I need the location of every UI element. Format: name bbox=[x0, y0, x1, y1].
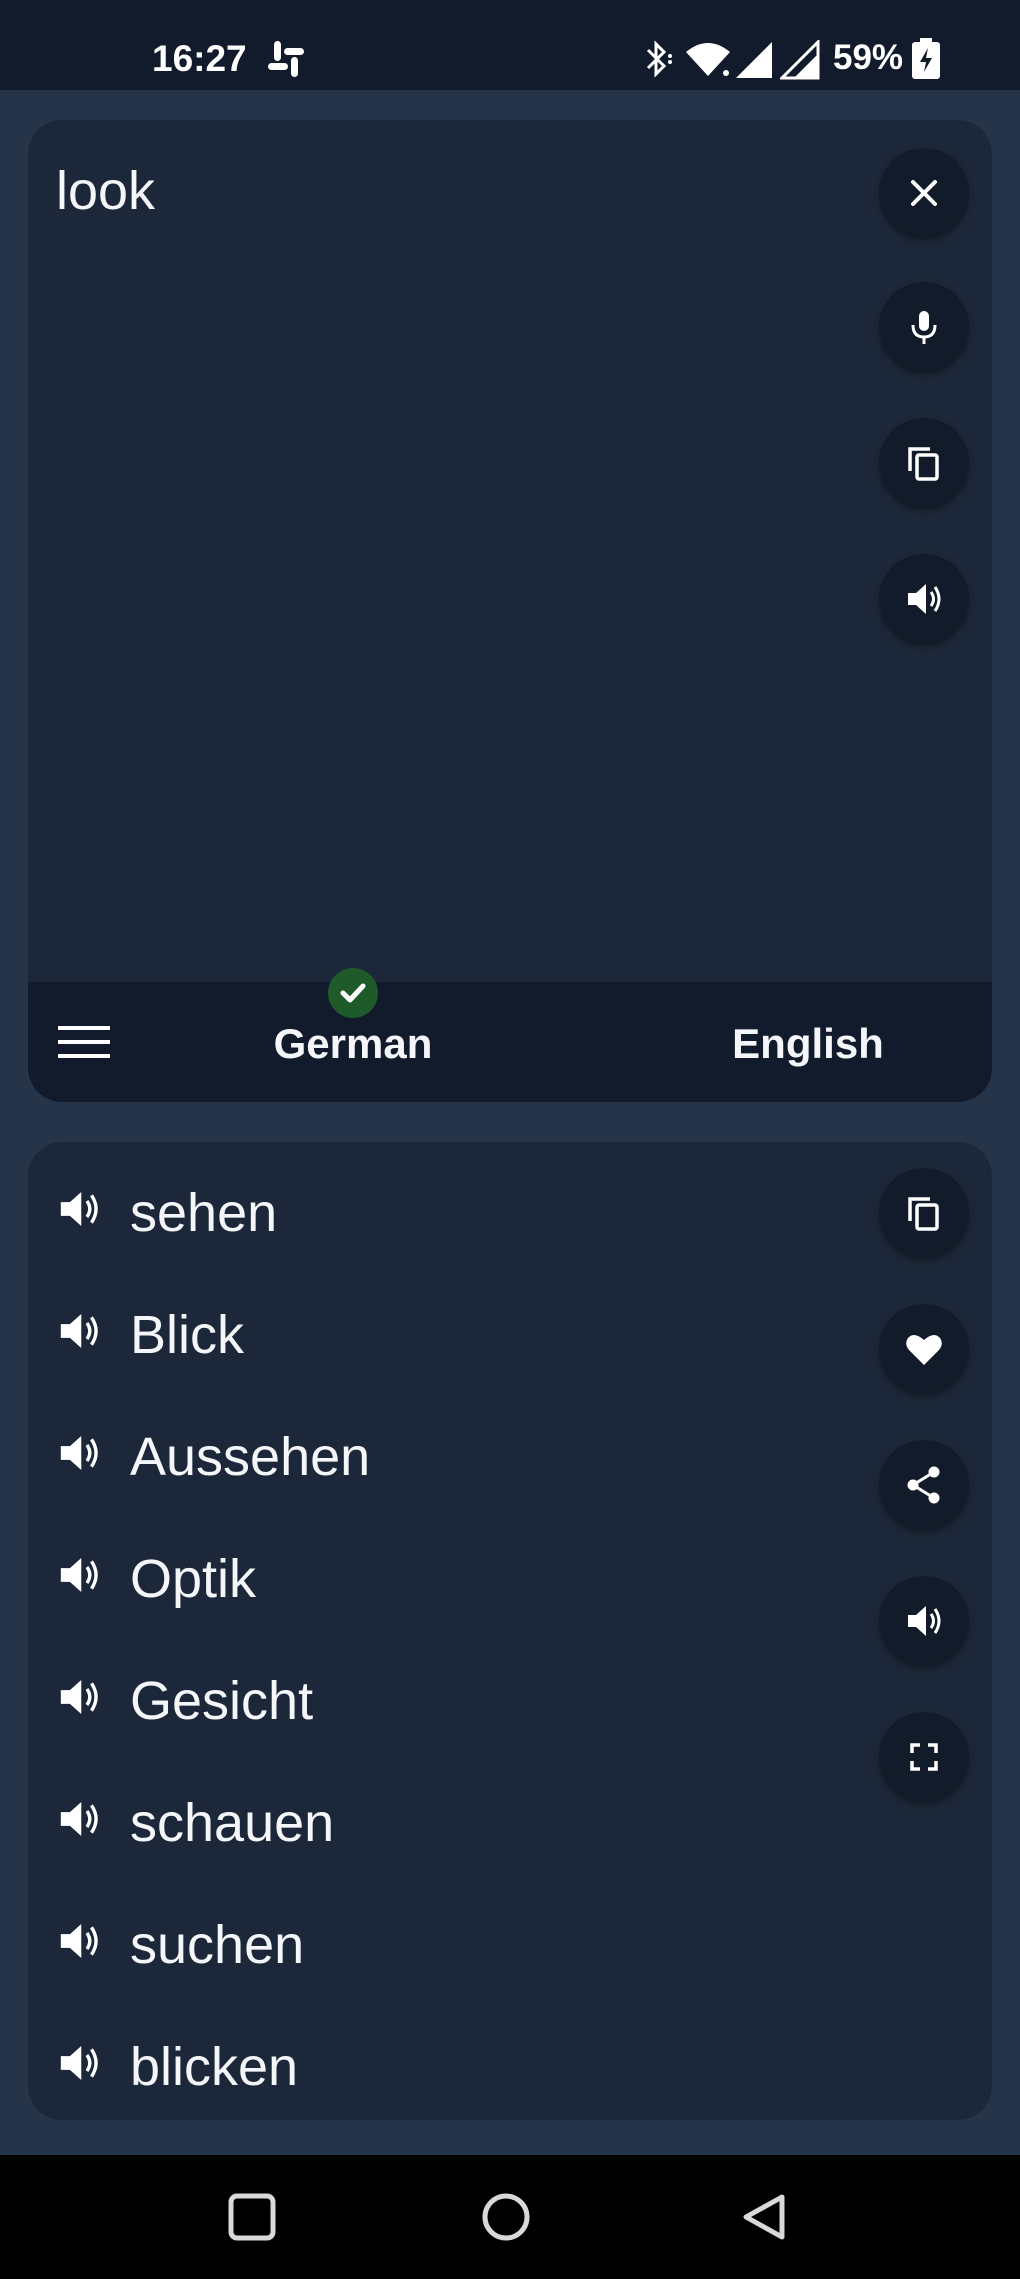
speaker-icon[interactable] bbox=[54, 1184, 104, 1234]
home-button[interactable] bbox=[476, 2187, 536, 2247]
clear-button[interactable] bbox=[879, 148, 969, 238]
speak-result-button[interactable] bbox=[879, 1576, 969, 1666]
battery-percent: 59% bbox=[833, 38, 904, 77]
speaker-icon bbox=[908, 1606, 941, 1636]
speaker-icon[interactable] bbox=[54, 1428, 104, 1478]
microphone-button[interactable] bbox=[879, 282, 969, 372]
result-text: Blick bbox=[130, 1305, 245, 1365]
speaker-icon[interactable] bbox=[54, 1672, 104, 1722]
copy-icon bbox=[908, 447, 939, 481]
source-language-button[interactable]: German bbox=[223, 1020, 483, 1068]
source-text-input[interactable] bbox=[56, 160, 836, 222]
result-text: blicken bbox=[130, 2037, 299, 2097]
language-detected-badge bbox=[328, 968, 378, 1018]
speaker-icon[interactable] bbox=[54, 1794, 104, 1844]
output-card: sehen Blick Aussehen Optik Gesicht schau… bbox=[28, 1142, 992, 2120]
speaker-icon[interactable] bbox=[54, 1916, 104, 1966]
copy-icon bbox=[908, 1197, 939, 1231]
translation-result-list: sehen Blick Aussehen Optik Gesicht schau… bbox=[28, 1160, 848, 2120]
result-text: Aussehen bbox=[130, 1427, 371, 1487]
speaker-icon bbox=[908, 584, 941, 614]
checkmark-icon bbox=[340, 983, 366, 1003]
signal-icon bbox=[780, 40, 820, 80]
back-triangle-icon bbox=[743, 2194, 785, 2240]
battery-charging-icon bbox=[912, 38, 940, 79]
back-button[interactable] bbox=[734, 2187, 794, 2247]
speaker-icon[interactable] bbox=[54, 2038, 104, 2088]
result-item[interactable]: Gesicht bbox=[28, 1648, 848, 1770]
speaker-icon[interactable] bbox=[54, 1550, 104, 1600]
result-text: Optik bbox=[130, 1549, 257, 1609]
share-icon bbox=[907, 1466, 940, 1504]
copy-result-button[interactable] bbox=[879, 1168, 969, 1258]
result-item[interactable]: sehen bbox=[28, 1160, 848, 1282]
menu-button[interactable] bbox=[54, 1000, 114, 1084]
result-text: suchen bbox=[130, 1915, 305, 1975]
wifi-icon bbox=[686, 43, 730, 76]
result-text: schauen bbox=[130, 1793, 335, 1853]
result-item[interactable]: Optik bbox=[28, 1526, 848, 1648]
result-item[interactable]: blicken bbox=[28, 2014, 848, 2120]
speaker-icon[interactable] bbox=[54, 1306, 104, 1356]
language-bar: German English bbox=[28, 968, 992, 1102]
fullscreen-icon bbox=[910, 1743, 938, 1771]
bluetooth-icon bbox=[646, 40, 672, 78]
recent-apps-button[interactable] bbox=[222, 2187, 282, 2247]
status-time: 16:27 bbox=[152, 38, 247, 79]
copy-input-button[interactable] bbox=[879, 418, 969, 508]
input-card: German English bbox=[28, 120, 992, 1102]
speak-input-button[interactable] bbox=[879, 554, 969, 644]
result-text: sehen bbox=[130, 1183, 278, 1243]
hamburger-menu-icon bbox=[58, 1026, 110, 1058]
slack-icon bbox=[268, 41, 304, 77]
target-language-button[interactable]: English bbox=[668, 1020, 948, 1068]
square-icon bbox=[228, 2193, 276, 2241]
heart-icon bbox=[906, 1334, 942, 1365]
result-item[interactable]: schauen bbox=[28, 1770, 848, 1892]
microphone-icon bbox=[911, 311, 937, 344]
system-navigation-bar bbox=[0, 2155, 1020, 2279]
close-icon bbox=[911, 180, 937, 206]
status-bar: 16:27 59% bbox=[0, 0, 1020, 90]
favorite-button[interactable] bbox=[879, 1304, 969, 1394]
signal-icon bbox=[736, 42, 772, 78]
result-item[interactable]: Blick bbox=[28, 1282, 848, 1404]
result-item[interactable]: suchen bbox=[28, 1892, 848, 2014]
result-item[interactable]: Aussehen bbox=[28, 1404, 848, 1526]
circle-icon bbox=[482, 2193, 530, 2241]
fullscreen-button[interactable] bbox=[879, 1712, 969, 1802]
share-button[interactable] bbox=[879, 1440, 969, 1530]
result-text: Gesicht bbox=[130, 1671, 314, 1731]
